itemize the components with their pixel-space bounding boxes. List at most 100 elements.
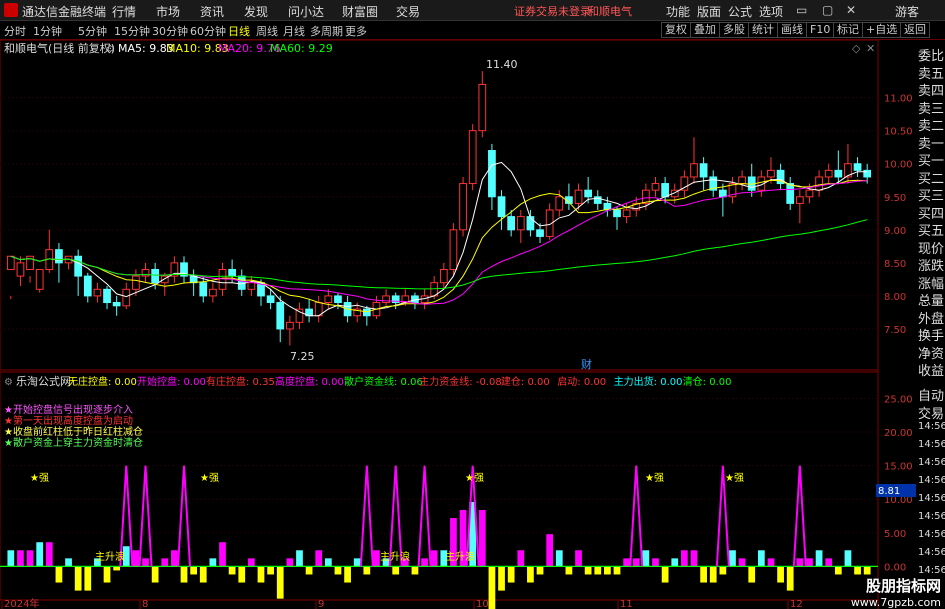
sub-bar-up <box>517 550 525 567</box>
strong-mark: ★强 <box>200 472 219 484</box>
trade-label[interactable]: 自动 <box>918 385 945 404</box>
trade-label[interactable]: 14:56 <box>918 511 945 529</box>
toolbar-button[interactable]: 多股 <box>719 22 749 38</box>
menu-item[interactable]: 发现 <box>244 3 268 20</box>
quote-label: 现价 <box>918 241 945 257</box>
quote-label: 外盘 <box>918 311 945 327</box>
candle-body <box>718 189 727 198</box>
price-tick: 9.00 <box>884 226 906 237</box>
menu-item[interactable]: 财富圈 <box>342 3 378 20</box>
tab-period[interactable]: 多周期 <box>310 23 343 39</box>
sub-legend-item: 散户资金线: 0.06 <box>344 375 423 388</box>
menu-right-item[interactable]: 功能 <box>666 3 690 20</box>
sub-bar-down <box>700 566 707 583</box>
strong-mark: ★强 <box>725 472 744 484</box>
sub-tick: 20.00 <box>884 428 913 439</box>
tab-period[interactable]: 15分钟 <box>114 23 150 39</box>
trade-label[interactable]: 交易 <box>918 403 945 422</box>
sub-bar-up <box>642 550 650 567</box>
trade-label[interactable]: 14:56 <box>918 421 945 439</box>
tab-period-more[interactable]: 更多 <box>345 23 367 39</box>
tab-period[interactable]: 5分钟 <box>78 23 107 39</box>
stock-chart[interactable]: 11.00 10.50 10.00 9.50 9.00 8.50 8.00 7.50 25.0… <box>0 40 918 609</box>
menu-right-item[interactable]: 公式 <box>728 3 752 20</box>
sub-bar-up <box>315 550 323 567</box>
candle-body <box>680 176 689 191</box>
sub-legend-item: 主力出货: 0.00 <box>614 375 683 388</box>
candle-body <box>449 229 458 270</box>
sub-bar-down <box>238 566 246 583</box>
sub-bar-up <box>767 558 775 567</box>
trade-label[interactable]: 14:56 <box>918 493 945 511</box>
toolbar-button[interactable]: 统计 <box>748 22 778 38</box>
tab-period[interactable]: 分时 <box>4 23 26 39</box>
tab-period[interactable]: 30分钟 <box>152 23 188 39</box>
menu-item[interactable]: 行情 <box>112 3 136 20</box>
gear-icon[interactable]: ⚙ <box>4 377 13 388</box>
toolbar-button[interactable]: 返回 <box>900 22 930 38</box>
trade-label[interactable]: 14:56 <box>918 439 945 457</box>
quote-label: 收益 <box>918 364 945 379</box>
sub-bar-down <box>565 566 573 575</box>
tab-period[interactable]: 1分钟 <box>33 23 62 39</box>
candle-body <box>699 163 708 178</box>
price-tick: 9.50 <box>884 193 906 204</box>
sub-bar-up <box>815 550 823 567</box>
trade-label[interactable]: 14:56 <box>918 529 945 547</box>
candle-body <box>237 275 246 290</box>
trade-label[interactable]: 14:56 <box>918 475 945 493</box>
toolbar-button[interactable]: 标记 <box>833 22 863 38</box>
login-notice[interactable]: 证券交易未登录 <box>514 3 591 19</box>
value-badge: 8.81 <box>878 486 900 497</box>
low-price-label: 7.25 <box>290 350 315 363</box>
close-panel-icon[interactable]: ✕ <box>866 42 875 55</box>
toolbar-button[interactable]: F10 <box>806 22 835 38</box>
sub-bar-up <box>36 542 44 567</box>
candle-body <box>122 288 131 307</box>
quote-label: 涨跌 <box>918 259 945 274</box>
tab-period[interactable]: 周线 <box>256 23 278 39</box>
minimize-icon[interactable]: ▭ <box>796 3 807 17</box>
sub-bar-down <box>661 566 669 583</box>
sub-bar-up <box>247 558 255 567</box>
period-toolbar: 分时 1分钟 5分钟 15分钟 30分钟 60分钟 日线 周线 月线 多周期 更… <box>0 21 945 40</box>
candle-body <box>795 196 804 204</box>
ma-lines <box>10 161 868 317</box>
sub-bar-down <box>151 566 159 583</box>
tab-period-active[interactable]: 日线 <box>228 23 250 39</box>
strong-mark: ★强 <box>30 472 49 484</box>
trade-label[interactable]: 14:56 <box>918 547 945 565</box>
menu-item[interactable]: 市场 <box>156 3 180 20</box>
menu-right-item[interactable]: 选项 <box>759 3 783 20</box>
watermark: 股朋指标网 www.7gpzb.com <box>831 575 941 609</box>
sub-title: 乐淘公式网 <box>16 375 71 388</box>
collapse-icon[interactable]: ◇ <box>852 42 861 55</box>
control-spike <box>177 465 192 567</box>
toolbar-button[interactable]: +自选 <box>862 22 902 38</box>
toolbar-button[interactable]: 画线 <box>777 22 807 38</box>
candle-body <box>805 189 814 198</box>
sub-bar-down <box>786 566 794 591</box>
restore-icon[interactable]: ▢ <box>822 3 833 17</box>
close-icon[interactable]: ✕ <box>846 3 856 17</box>
date-label: 9 <box>318 599 324 609</box>
candle-body <box>6 255 15 270</box>
tab-period[interactable]: 60分钟 <box>190 23 226 39</box>
guest-label[interactable]: 游客 <box>895 3 919 20</box>
trade-label[interactable]: 14:56 <box>918 457 945 475</box>
menu-right-item[interactable]: 版面 <box>697 3 721 20</box>
sub-bar-down <box>536 566 544 575</box>
toolbar-button[interactable]: 叠加 <box>690 22 720 38</box>
quote-label: 换手 <box>918 329 945 344</box>
finance-mark[interactable]: 财 <box>581 357 592 371</box>
sub-bar-up <box>324 558 332 567</box>
date-label: 11 <box>620 599 633 609</box>
sub-tick: 15.00 <box>884 462 913 473</box>
sub-bar-down <box>594 566 602 575</box>
menu-item[interactable]: 资讯 <box>200 3 224 20</box>
menu-item[interactable]: 交易 <box>396 3 420 20</box>
toolbar-button[interactable]: 复权 <box>661 22 691 38</box>
menu-item[interactable]: 问小达 <box>288 3 324 20</box>
tab-period[interactable]: 月线 <box>283 23 305 39</box>
settings-icon[interactable]: ⚙ <box>106 44 115 55</box>
